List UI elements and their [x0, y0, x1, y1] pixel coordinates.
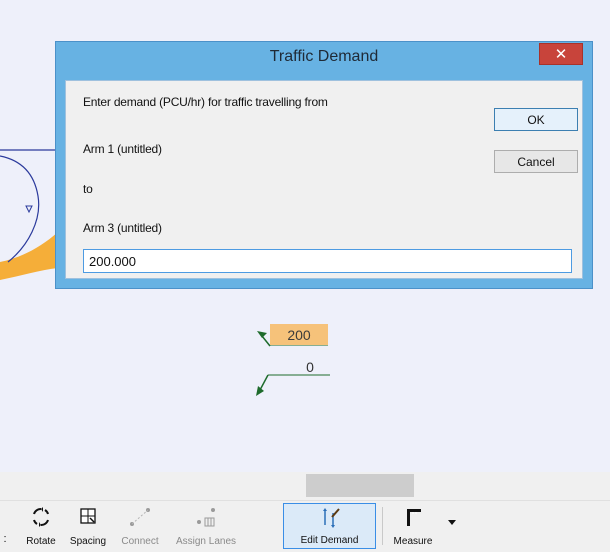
edit-demand-icon	[322, 508, 340, 528]
rotate-label: Rotate	[26, 536, 56, 547]
road-segment	[0, 232, 58, 280]
direction-marker	[25, 205, 33, 214]
traffic-demand-dialog: Traffic Demand ✕ Enter demand (PCU/hr) f…	[55, 41, 593, 289]
overflow-glyph: :	[3, 533, 7, 545]
scrollbar-thumb[interactable]	[306, 474, 414, 497]
assign-lanes-label: Assign Lanes	[175, 536, 237, 547]
connect-button[interactable]: Connect	[112, 503, 168, 549]
dialog-title: Traffic Demand	[269, 48, 379, 65]
measure-label: Measure	[393, 536, 433, 547]
spacing-button[interactable]: Spacing	[64, 503, 112, 549]
demand-arrow-in	[261, 335, 271, 347]
toolbar-overflow[interactable]: :	[0, 503, 10, 549]
demand-value-label[interactable]: 200	[270, 324, 328, 345]
prompt-label: Enter demand (PCU/hr) for traffic travel…	[83, 95, 328, 109]
demand-input[interactable]	[83, 249, 572, 273]
horizontal-scrollbar[interactable]	[0, 472, 610, 500]
from-arm-label: Arm 1 (untitled)	[83, 142, 162, 156]
ok-button[interactable]: OK	[494, 108, 578, 131]
opposite-arrow-head	[256, 386, 264, 396]
dialog-body: Enter demand (PCU/hr) for traffic travel…	[65, 80, 583, 279]
to-arm-label: Arm 3 (untitled)	[83, 221, 162, 235]
cancel-button[interactable]: Cancel	[494, 150, 578, 173]
arm-outline	[0, 155, 40, 263]
measure-dropdown[interactable]	[446, 503, 458, 549]
connect-label: Connect	[121, 536, 159, 547]
opposite-demand-label[interactable]: 0	[290, 359, 330, 375]
dialog-titlebar[interactable]: Traffic Demand ✕	[56, 42, 592, 72]
edit-demand-label: Edit Demand	[300, 535, 359, 546]
assign-lanes-button[interactable]: Assign Lanes	[170, 503, 242, 549]
measure-icon	[407, 509, 421, 526]
demand-arrow-in-head	[257, 331, 267, 338]
opposite-arrow	[259, 374, 269, 391]
close-icon: ✕	[554, 45, 568, 63]
toolbar-separator	[382, 507, 383, 545]
measure-button[interactable]: Measure	[388, 503, 438, 549]
toolbar: : Rotate Spacing Connect Assign Lanes Ed…	[0, 500, 610, 552]
close-button[interactable]: ✕	[539, 43, 583, 65]
to-label: to	[83, 182, 93, 196]
connect-icon	[130, 508, 150, 526]
spacing-icon	[80, 508, 96, 524]
rotate-icon	[33, 507, 49, 527]
chevron-down-icon	[448, 520, 456, 525]
assign-lanes-icon	[197, 508, 215, 527]
rotate-button[interactable]: Rotate	[18, 503, 64, 549]
spacing-label: Spacing	[69, 536, 107, 547]
edit-demand-button[interactable]: Edit Demand	[283, 503, 376, 549]
